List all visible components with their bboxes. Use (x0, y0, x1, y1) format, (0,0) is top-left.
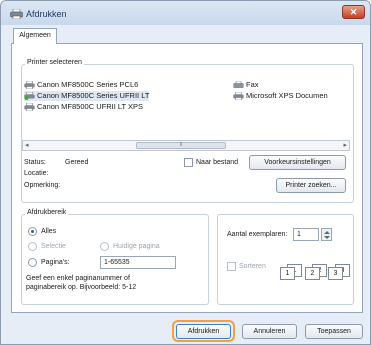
location-label: Locatie: (24, 170, 49, 177)
print-button[interactable]: Afdrukken (176, 324, 231, 339)
print-to-file-label: Naar bestand (196, 159, 239, 166)
copies-group (217, 214, 354, 305)
cancel-button[interactable]: Annuleren (242, 324, 297, 339)
general-tab-panel: Printer selecteren Canon MF8500C Series … (11, 43, 363, 313)
collate-pages-3-icon: 3 3 (328, 264, 353, 280)
range-current-page-radio[interactable] (100, 242, 109, 251)
range-all-radio[interactable] (28, 227, 37, 236)
window-title: Afdrukken (26, 9, 67, 19)
page-sheet: 3 (328, 267, 343, 280)
printer-name: Fax (246, 80, 259, 89)
range-current-page-label: Huidige pagina (113, 243, 160, 250)
stepper-arrows-icon (324, 231, 330, 239)
copies-stepper[interactable] (321, 228, 332, 241)
printer-item-xps[interactable]: Microsoft XPS Documen (233, 91, 328, 101)
fax-icon (233, 81, 244, 88)
find-printer-button[interactable]: Printer zoeken... (276, 178, 346, 193)
range-pages-label: Pagina's: (41, 259, 70, 266)
printer-item-fax[interactable]: Fax (233, 80, 259, 90)
range-pages-radio[interactable] (28, 258, 37, 267)
print-to-file-checkbox[interactable] (184, 158, 193, 167)
preferences-button[interactable]: Voorkeursinstellingen (249, 155, 346, 170)
apply-button[interactable]: Toepassen (305, 324, 363, 339)
printer-list[interactable]: Canon MF8500C Series PCL6 Canon MF8500C … (22, 78, 350, 126)
copies-label: Aantal exemplaren: (227, 231, 288, 238)
printer-icon (24, 103, 35, 111)
scroll-right-arrow-icon[interactable]: ▸ (343, 141, 347, 150)
collate-checkbox[interactable] (227, 262, 236, 271)
range-hint-line2: paginabereik op. Bijvoorbeeld: 5-12 (26, 284, 137, 291)
collate-pages-1-icon: 1 1 (280, 264, 305, 280)
dialog-footer: Afdrukken Annuleren Toepassen (1, 313, 370, 344)
copies-input[interactable]: 1 (293, 228, 319, 241)
range-selection-label: Selectie (41, 243, 66, 250)
range-hint-line1: Geef een enkel paginanummer of (26, 275, 130, 282)
printer-select-legend: Printer selecteren (25, 59, 84, 66)
status-value: Gereed (65, 159, 89, 166)
printer-name: Microsoft XPS Documen (246, 91, 328, 100)
scroll-left-arrow-icon[interactable]: ◂ (25, 141, 29, 150)
default-printer-icon (24, 92, 35, 100)
printer-name: Canon MF8500C UFRII LT XPS (37, 102, 144, 111)
status-label: Status: (24, 159, 46, 166)
tab-general[interactable]: Algemeen (13, 28, 57, 44)
scroll-thumb[interactable]: ⦀ (136, 142, 226, 149)
printer-item-ufrii-lt[interactable]: Canon MF8500C Series UFRII LT (24, 91, 150, 101)
printer-icon (233, 92, 244, 100)
comment-label: Opmerking: (24, 182, 61, 189)
close-button[interactable]: ✕ (342, 5, 365, 19)
range-selection-radio[interactable] (28, 242, 37, 251)
printer-list-scrollbar[interactable]: ◂ ⦀ ▸ (22, 140, 350, 151)
printer-icon (24, 81, 35, 89)
page-range-legend: Afdrukbereik (25, 209, 69, 216)
printer-item-pcl6[interactable]: Canon MF8500C Series PCL6 (24, 80, 138, 90)
printer-name: Canon MF8500C Series PCL6 (37, 80, 139, 89)
range-all-label: Alles (41, 228, 57, 235)
printer-name: Canon MF8500C Series UFRII LT (37, 91, 150, 100)
page-sheet: 2 (305, 267, 320, 280)
collate-pages-2-icon: 2 2 (305, 264, 330, 280)
print-dialog: Afdrukken ✕ Algemeen Printer selecteren … (0, 0, 371, 345)
title-bar[interactable]: Afdrukken ✕ (1, 1, 370, 25)
collate-label: Sorteren (239, 263, 266, 270)
page-range-input[interactable]: 1-65535 (100, 256, 176, 269)
printer-icon (10, 9, 23, 19)
page-sheet: 1 (280, 267, 295, 280)
printer-item-ufrii-lt-xps[interactable]: Canon MF8500C UFRII LT XPS (24, 102, 143, 112)
